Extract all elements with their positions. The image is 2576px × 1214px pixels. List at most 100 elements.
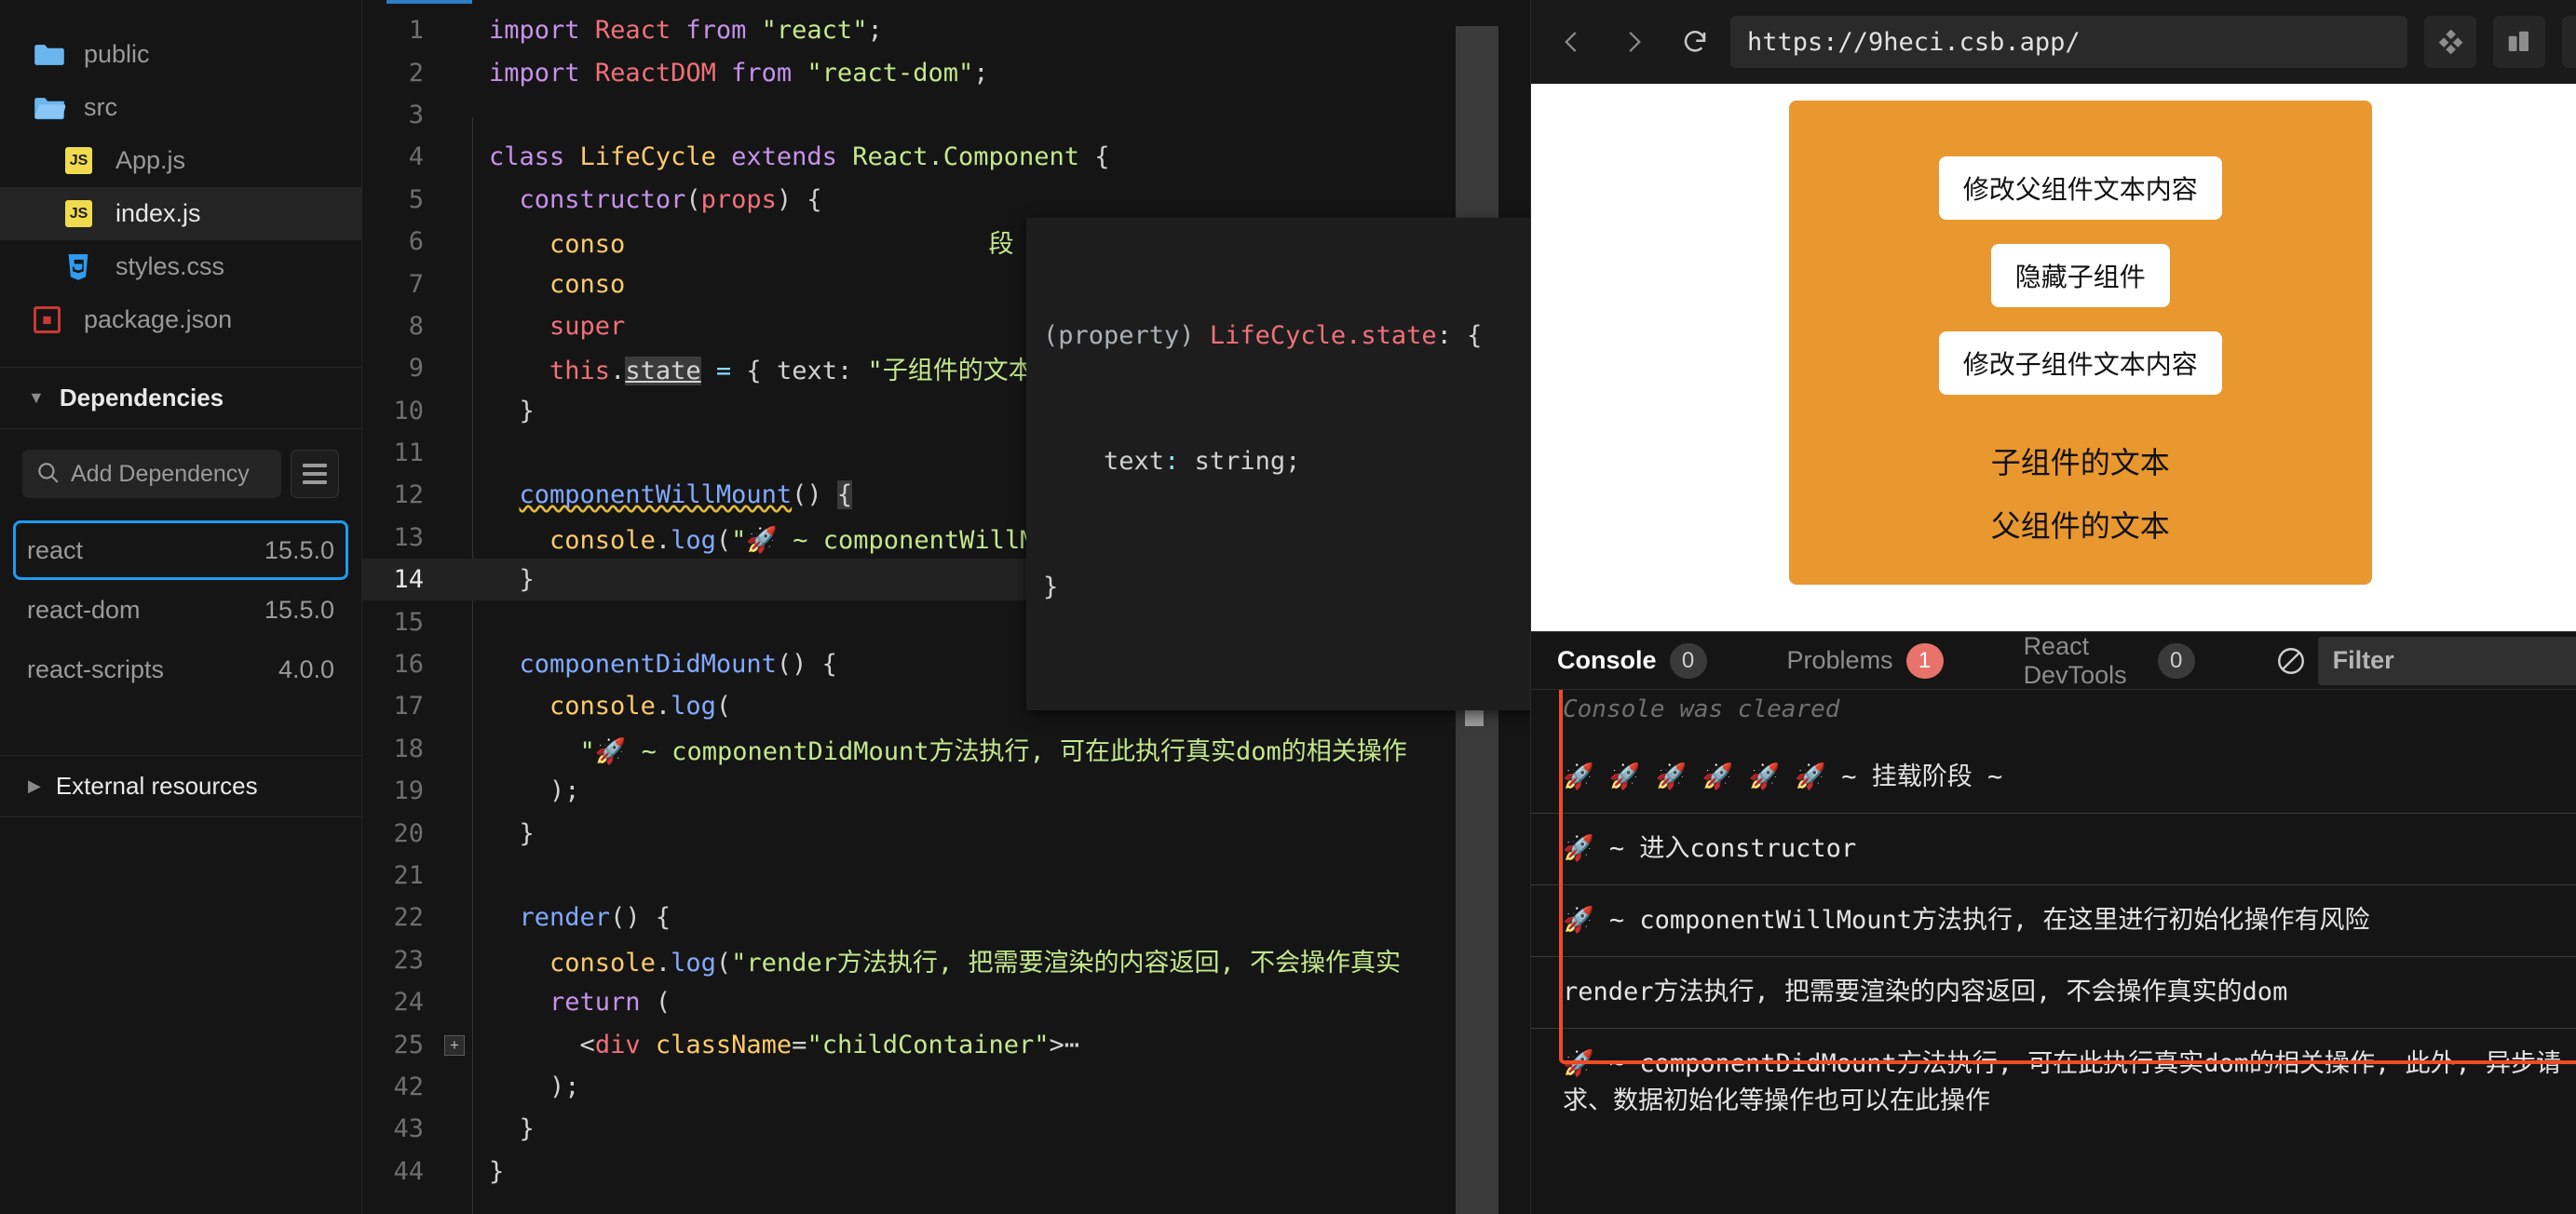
dependency-item-react-scripts[interactable]: react-scripts 4.0.0 xyxy=(13,640,348,699)
line-number: 5 xyxy=(408,184,424,214)
preview-button[interactable]: 隐藏子组件 xyxy=(1990,244,2170,307)
dependency-menu-button[interactable] xyxy=(291,450,339,498)
sandbox-icon[interactable] xyxy=(2424,16,2477,68)
code-text: "🚀 ~ componentDidMount方法执行, 可在此执行真实dom的相… xyxy=(579,736,1407,766)
add-dependency-search[interactable]: Add Dependency xyxy=(22,450,281,498)
line-number: 14 xyxy=(393,565,424,595)
dependencies-title: Dependencies xyxy=(59,384,224,411)
preview-button[interactable]: 修改父组件文本内容 xyxy=(1938,156,2222,220)
console-log-row: 🚀 ~ 进入constructor xyxy=(1531,813,2576,884)
file-item-index-js[interactable]: JS index.js xyxy=(0,187,361,240)
code-text: } xyxy=(519,818,535,848)
dependency-item-react-dom[interactable]: react-dom 15.5.0 xyxy=(13,580,348,640)
reload-button[interactable] xyxy=(1669,16,1721,68)
console-filter-input[interactable]: Filter xyxy=(2317,636,2576,685)
file-item-public[interactable]: public xyxy=(0,28,361,81)
code-line-19[interactable]: 19 ); xyxy=(362,770,1530,812)
hamburger-icon-bar xyxy=(303,472,327,476)
code-text: render() { xyxy=(519,903,671,933)
add-dependency-placeholder: Add Dependency xyxy=(71,460,250,487)
line-number: 16 xyxy=(393,650,424,680)
line-number: 8 xyxy=(408,311,424,341)
file-item-label: styles.css xyxy=(115,252,225,280)
code-line-1[interactable]: 1 import React from "react"; xyxy=(362,9,1530,51)
line-number: 4 xyxy=(408,142,424,172)
type-hint-tooltip: (property) LifeCycle.state: { text: stri… xyxy=(1026,218,1530,710)
folder-open-icon xyxy=(34,95,71,121)
console-output[interactable]: Console was cleared 🚀 🚀 🚀 🚀 🚀 🚀 ~ 挂载阶段 ~… xyxy=(1531,690,2576,1214)
line-number: 10 xyxy=(393,396,424,425)
back-button[interactable] xyxy=(1546,16,1598,68)
clear-console-icon[interactable] xyxy=(2275,645,2307,677)
line-number: 21 xyxy=(393,861,424,890)
code-line-4[interactable]: 4 class LifeCycle extends React.Component… xyxy=(362,136,1530,178)
app-preview: 修改父组件文本内容 隐藏子组件 修改子组件文本内容 子组件的文本 父组件的文本 xyxy=(1531,84,2576,631)
code-text: ); xyxy=(549,1072,580,1101)
code-line-22[interactable]: 22 render() { xyxy=(362,897,1530,938)
folder-closed-icon xyxy=(34,42,71,68)
code-line-2[interactable]: 2 import ReactDOM from "react-dom"; xyxy=(362,51,1530,93)
chevron-right-icon: ▶ xyxy=(28,776,41,795)
code-text: import React from "react"; xyxy=(489,16,883,46)
code-line-42[interactable]: 42 ); xyxy=(362,1066,1530,1108)
console-cleared-note: Console was cleared xyxy=(1563,695,1840,723)
code-line-5[interactable]: 5 constructor(props) { xyxy=(362,179,1530,221)
code-text: componentWillMount() { xyxy=(519,480,853,510)
dependencies-section-header[interactable]: ▼ Dependencies xyxy=(0,367,361,429)
file-item-label: public xyxy=(84,40,150,68)
console-tab-react-devtools[interactable]: React DevTools 0 xyxy=(2024,632,2195,690)
code-line-23[interactable]: 23 console.log("render方法执行, 把需要渲染的内容返回, … xyxy=(362,939,1530,981)
line-number: 42 xyxy=(393,1072,424,1101)
npm-file-icon: ■ xyxy=(34,306,71,333)
line-number: 15 xyxy=(393,607,424,637)
code-line-43[interactable]: 43 } xyxy=(362,1108,1530,1150)
console-tab-console[interactable]: Console 0 xyxy=(1557,642,1707,679)
line-number: 19 xyxy=(393,776,424,806)
css-file-icon xyxy=(65,253,102,281)
dependency-item-react[interactable]: react 15.5.0 xyxy=(13,520,348,580)
console-tab-problems[interactable]: Problems 1 xyxy=(1787,642,1944,679)
code-text: ); xyxy=(549,776,580,806)
editor-tab-indicator xyxy=(386,0,472,4)
code-editor[interactable]: 1 import React from "react"; 2 import React… xyxy=(362,0,1530,1214)
code-line-3[interactable]: 3 xyxy=(362,94,1530,136)
file-item-package-json[interactable]: ■ package.json xyxy=(0,293,361,346)
code-line-25[interactable]: 25 + <div className="childContainer">⋯ xyxy=(362,1023,1530,1065)
url-text: https://9heci.csb.app/ xyxy=(1747,27,2081,57)
file-item-label: index.js xyxy=(115,199,201,227)
console-tab-bar: Console 0 Problems 1 React DevTools 0 Filter … xyxy=(1531,632,2576,690)
new-window-icon[interactable] xyxy=(2562,16,2576,68)
code-line-24[interactable]: 24 return ( xyxy=(362,981,1530,1023)
code-line-18[interactable]: 18 "🚀 ~ componentDidMount方法执行, 可在此执行真实do… xyxy=(362,728,1530,770)
code-line-21[interactable]: 21 xyxy=(362,855,1530,897)
console-tab-count: 1 xyxy=(1905,642,1944,679)
console-log-row: 🚀 🚀 🚀 🚀 🚀 🚀 ~ 挂载阶段 ~ xyxy=(1563,762,2003,791)
code-text: conso xyxy=(549,269,626,299)
search-icon xyxy=(35,460,60,489)
code-line-44[interactable]: 44} xyxy=(362,1151,1530,1193)
line-number: 11 xyxy=(393,438,424,468)
file-item-src[interactable]: src xyxy=(0,81,361,134)
line-number: 43 xyxy=(393,1114,424,1144)
js-file-icon: JS xyxy=(65,200,102,227)
split-view-icon[interactable] xyxy=(2493,16,2546,68)
external-resources-section-header[interactable]: ▶ External resources xyxy=(0,755,361,817)
code-text: } xyxy=(519,396,535,425)
tooltip-line-3: } xyxy=(1043,573,1059,601)
preview-button[interactable]: 修改子组件文本内容 xyxy=(1938,331,2222,395)
forward-button[interactable] xyxy=(1607,16,1660,68)
line-number: 22 xyxy=(393,903,424,933)
url-bar[interactable]: https://9heci.csb.app/ xyxy=(1730,16,2408,68)
line-number: 7 xyxy=(408,269,424,299)
file-item-App-js[interactable]: JS App.js xyxy=(0,134,361,187)
code-line-20[interactable]: 20 } xyxy=(362,812,1530,854)
console-log-row: 🚀 ~ componentDidMount方法执行, 可在此执行真实dom的相关… xyxy=(1531,1028,2576,1137)
line-number: 20 xyxy=(393,818,424,848)
external-resources-title: External resources xyxy=(55,772,258,800)
line-number: 2 xyxy=(408,58,424,88)
tooltip-line-2: text: string; xyxy=(1104,447,1301,476)
line-number: 6 xyxy=(408,227,424,257)
chevron-down-icon: ▼ xyxy=(28,388,45,407)
fold-toggle[interactable]: + xyxy=(442,1034,467,1056)
file-item-styles-css[interactable]: styles.css xyxy=(0,240,361,293)
